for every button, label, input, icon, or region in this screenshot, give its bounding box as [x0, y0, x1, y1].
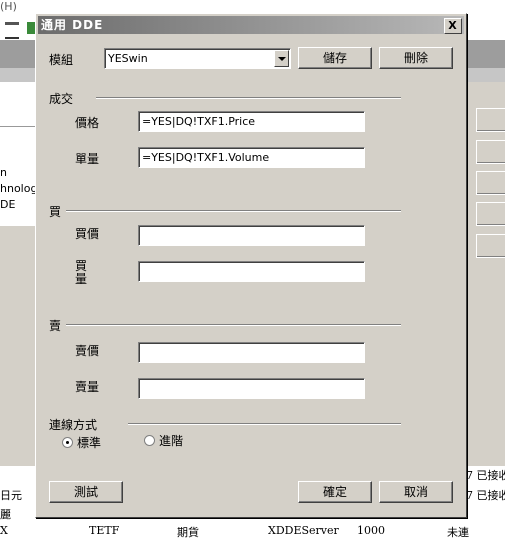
- test-button[interactable]: 測試: [49, 481, 123, 503]
- ok-button[interactable]: 確定: [298, 481, 372, 503]
- background-panel-left: [0, 226, 36, 466]
- group-divider: [66, 210, 401, 212]
- radio-standard-label[interactable]: 標準: [77, 434, 101, 451]
- bank-icon[interactable]: [5, 22, 19, 39]
- group-divider: [128, 423, 401, 425]
- bid-price-field[interactable]: [138, 225, 365, 246]
- title-bar[interactable]: 通用 DDE X: [38, 16, 464, 34]
- group-divider: [66, 324, 401, 326]
- cell-qty: 1000: [357, 524, 385, 537]
- module-select-value: YESwin: [108, 52, 148, 65]
- group-buy: 買: [49, 205, 62, 219]
- bid-price-label: 買價: [75, 227, 100, 241]
- cell-currency: 日元: [0, 489, 22, 502]
- group-divider: [96, 97, 401, 99]
- list-item[interactable]: n: [0, 166, 7, 179]
- bid-volume-field[interactable]: [138, 261, 365, 282]
- group-connection: 連線方式: [49, 418, 98, 432]
- bid-volume-label: 買 量: [75, 259, 88, 286]
- cell-received: 7 已接收: [466, 489, 505, 502]
- cell-received: 7 已接收: [466, 469, 505, 482]
- cell-row2: 麗: [0, 508, 11, 521]
- close-button[interactable]: X: [444, 18, 462, 34]
- delete-button[interactable]: 刪除: [379, 47, 453, 69]
- background-right-button[interactable]: [476, 234, 505, 258]
- chevron-down-icon[interactable]: [274, 50, 289, 67]
- background-right-button[interactable]: [476, 171, 505, 195]
- radio-advanced-label[interactable]: 進階: [159, 432, 183, 449]
- ask-volume-label: 賣量: [75, 380, 100, 394]
- save-button[interactable]: 儲存: [298, 47, 372, 69]
- dde-dialog: 通用 DDE X 模組 YESwin 儲存 刪除 成交 價格 =YES|DQ!T…: [35, 13, 467, 518]
- price-label: 價格: [75, 116, 100, 130]
- volume-label: 單量: [75, 152, 100, 166]
- cell-status: 未連: [447, 526, 469, 539]
- ask-volume-field[interactable]: [138, 378, 365, 399]
- background-right-button[interactable]: [476, 140, 505, 164]
- group-sell: 賣: [49, 319, 62, 333]
- menu-help[interactable]: (H): [0, 0, 17, 13]
- price-field[interactable]: =YES|DQ!TXF1.Price: [138, 111, 365, 132]
- cell-server: XDDEServer: [268, 524, 339, 537]
- module-select[interactable]: YESwin: [104, 48, 291, 69]
- background-right-button[interactable]: [476, 202, 505, 226]
- group-trade: 成交: [49, 92, 74, 106]
- volume-field[interactable]: =YES|DQ!TXF1.Volume: [138, 147, 365, 168]
- cancel-button[interactable]: 取消: [379, 481, 453, 503]
- background-right-button[interactable]: [476, 108, 505, 132]
- toolbar-green-icon[interactable]: [27, 22, 35, 34]
- radio-advanced[interactable]: [144, 435, 155, 446]
- dialog-title: 通用 DDE: [41, 18, 104, 32]
- ask-price-field[interactable]: [138, 342, 365, 363]
- cell-row3: X: [0, 524, 8, 537]
- cell-symbol: TETF: [89, 524, 120, 537]
- radio-standard[interactable]: [62, 437, 73, 448]
- module-label: 模組: [49, 53, 74, 67]
- ask-price-label: 賣價: [75, 344, 100, 358]
- cell-type: 期貨: [177, 526, 199, 539]
- list-item[interactable]: DE: [0, 198, 15, 211]
